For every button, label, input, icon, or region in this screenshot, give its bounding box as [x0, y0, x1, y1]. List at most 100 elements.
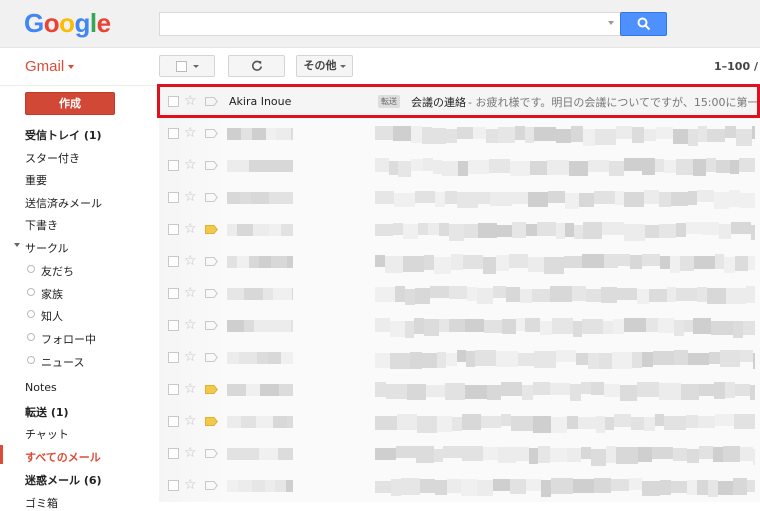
row-checkbox[interactable]	[168, 256, 179, 267]
sidebar-item[interactable]: チャット	[25, 426, 69, 442]
mail-row[interactable]: ☆	[159, 374, 760, 406]
star-icon[interactable]: ☆	[184, 157, 197, 173]
sidebar-item-circle[interactable]: フォロー中	[41, 331, 96, 347]
mail-row[interactable]: ☆	[159, 310, 760, 342]
important-marker-icon[interactable]	[205, 449, 218, 458]
mail-row[interactable]: ☆	[159, 182, 760, 214]
redacted-block	[439, 319, 449, 332]
row-checkbox[interactable]	[168, 288, 179, 299]
sidebar-item-circle[interactable]: ニュース	[41, 354, 84, 370]
redacted-block	[687, 480, 697, 495]
redacted-block	[407, 384, 426, 400]
redacted-block	[750, 385, 755, 400]
row-checkbox[interactable]	[168, 192, 179, 203]
mail-row[interactable]: ☆	[159, 406, 760, 438]
sidebar-item-circles[interactable]: サークル	[25, 240, 69, 256]
row-checkbox[interactable]	[168, 448, 179, 459]
redacted-block	[240, 192, 251, 204]
redacted-block	[726, 288, 746, 304]
mail-row[interactable]: ☆	[159, 278, 760, 310]
sidebar-item[interactable]: 送信済みメール	[25, 195, 102, 211]
star-icon[interactable]: ☆	[184, 285, 197, 301]
mail-row[interactable]: ☆	[159, 214, 760, 246]
header-bar: Google	[0, 0, 760, 48]
select-all-button[interactable]	[159, 55, 215, 77]
row-checkbox[interactable]	[168, 160, 179, 171]
mail-row[interactable]: ☆	[159, 246, 760, 278]
important-marker-icon[interactable]	[205, 193, 218, 202]
mail-row[interactable]: ☆	[159, 118, 760, 150]
star-icon[interactable]: ☆	[184, 317, 197, 333]
redacted-block	[733, 478, 747, 495]
google-logo[interactable]: Google	[24, 8, 111, 39]
redacted-block	[286, 480, 293, 492]
redacted-block	[697, 190, 714, 202]
important-marker-icon[interactable]	[205, 161, 218, 170]
important-marker-icon[interactable]	[205, 129, 218, 138]
redacted-block	[624, 318, 646, 332]
important-marker-icon[interactable]	[205, 321, 218, 330]
sidebar-item[interactable]: ゴミ箱	[25, 495, 58, 511]
sidebar-item[interactable]: すべてのメール	[25, 449, 101, 465]
redacted-block	[605, 417, 614, 430]
row-checkbox[interactable]	[168, 128, 179, 139]
gmail-menu[interactable]: Gmail	[25, 58, 75, 75]
redacted-block	[532, 289, 550, 302]
row-checkbox[interactable]	[168, 320, 179, 331]
search-input[interactable]	[159, 12, 621, 36]
sidebar-item[interactable]: 下書き	[25, 217, 58, 233]
sidebar-item[interactable]: Notes	[25, 381, 57, 394]
redacted-block	[265, 480, 275, 492]
row-checkbox[interactable]	[168, 416, 179, 427]
star-icon[interactable]: ☆	[184, 477, 197, 493]
star-icon[interactable]: ☆	[184, 349, 197, 365]
redacted-block	[512, 192, 528, 204]
mail-row[interactable]: ☆	[159, 470, 760, 502]
redacted-block	[403, 224, 418, 239]
star-icon[interactable]: ☆	[184, 125, 197, 141]
sidebar-item[interactable]: 受信トレイ (1)	[25, 127, 102, 143]
refresh-button[interactable]	[228, 55, 285, 77]
redacted-block	[609, 161, 624, 176]
star-icon[interactable]: ☆	[184, 413, 197, 429]
star-icon[interactable]: ☆	[184, 381, 197, 397]
more-button[interactable]: その他	[296, 55, 353, 77]
sidebar-item-circle[interactable]: 知人	[41, 308, 63, 324]
redacted-block	[257, 352, 268, 364]
star-icon[interactable]: ☆	[184, 253, 197, 269]
sidebar-item-circle[interactable]: 友だち	[41, 263, 74, 279]
row-checkbox[interactable]	[168, 480, 179, 491]
redacted-block	[631, 417, 644, 430]
circles-toggle-icon[interactable]	[14, 243, 20, 247]
redacted-block	[269, 224, 281, 236]
redacted-block	[551, 417, 567, 433]
important-marker-icon[interactable]	[205, 257, 218, 266]
redacted-block	[493, 479, 510, 491]
search-options-caret-icon[interactable]	[608, 21, 614, 25]
star-icon[interactable]: ☆	[184, 221, 197, 237]
mail-row[interactable]: ☆	[159, 342, 760, 374]
important-marker-icon[interactable]	[205, 481, 218, 490]
star-icon[interactable]: ☆	[184, 189, 197, 205]
row-checkbox[interactable]	[168, 224, 179, 235]
redacted-block	[442, 161, 458, 176]
sidebar-item[interactable]: 重要	[25, 172, 47, 188]
row-checkbox[interactable]	[168, 384, 179, 395]
important-marker-icon[interactable]	[205, 289, 218, 298]
redacted-block	[646, 318, 658, 332]
important-marker-icon[interactable]	[205, 385, 218, 394]
mail-row[interactable]: ☆	[159, 438, 760, 470]
row-checkbox[interactable]	[168, 352, 179, 363]
redacted-block	[449, 319, 465, 332]
important-marker-icon[interactable]	[205, 225, 218, 234]
compose-button[interactable]: 作成	[25, 92, 115, 115]
star-icon[interactable]: ☆	[184, 445, 197, 461]
sidebar-item[interactable]: 転送 (1)	[25, 404, 69, 420]
mail-row[interactable]: ☆	[159, 150, 760, 182]
sidebar-item[interactable]: スター付き	[25, 150, 80, 166]
sidebar-item-circle[interactable]: 家族	[41, 286, 63, 302]
important-marker-icon[interactable]	[205, 353, 218, 362]
sidebar-item[interactable]: 迷惑メール (6)	[25, 472, 102, 488]
important-marker-icon[interactable]	[205, 417, 218, 426]
search-button[interactable]	[620, 12, 667, 36]
